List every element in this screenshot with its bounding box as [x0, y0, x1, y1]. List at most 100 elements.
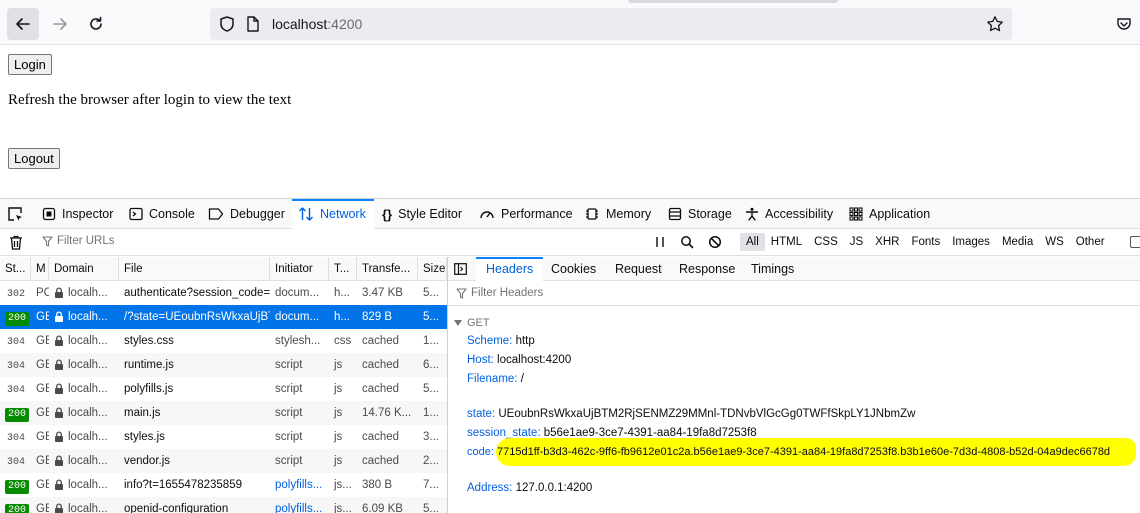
block-icon[interactable]	[708, 235, 722, 249]
tab-console[interactable]: Console	[129, 199, 195, 229]
tab-storage[interactable]: Storage	[668, 199, 732, 229]
page-icon[interactable]	[246, 16, 260, 32]
filter-urls-placeholder: Filter URLs	[57, 235, 115, 247]
pause-icon[interactable]	[654, 235, 666, 249]
tab-style-editor[interactable]: {} Style Editor	[382, 199, 462, 229]
tab-debugger[interactable]: Debugger	[208, 199, 285, 229]
lock-icon	[55, 431, 63, 442]
shield-icon[interactable]	[218, 15, 236, 33]
cell-initiator: docum...	[275, 287, 320, 299]
type-filter-other[interactable]: Other	[1070, 233, 1111, 251]
column-type[interactable]: T...	[329, 257, 357, 281]
search-icon[interactable]	[680, 235, 694, 249]
status-badge: 200	[5, 504, 30, 513]
cell-initiator: polyfills...	[275, 503, 323, 513]
disable-cache-checkbox[interactable]	[1130, 236, 1140, 248]
field-key: Host:	[467, 354, 494, 366]
url-bar[interactable]: localhost:4200	[210, 8, 1012, 40]
element-picker-icon[interactable]	[7, 206, 24, 223]
cell-file: info?t=1655478235859	[124, 479, 242, 491]
table-row[interactable]: 200 GE localh... info?t=1655478235859 polyfi…	[0, 473, 447, 497]
status-badge: 200	[5, 480, 30, 494]
type-filter-xhr[interactable]: XHR	[869, 233, 905, 251]
column-method[interactable]: M	[31, 257, 49, 281]
filter-headers-input[interactable]: Filter Headers	[456, 287, 543, 299]
column-file[interactable]: File	[119, 257, 270, 281]
tab-label: Storage	[688, 207, 732, 221]
field-state: state: UEoubnRsWkxaUjBTM2RjSENMZ29MMnl-T…	[467, 408, 915, 420]
status-badge: 200	[5, 408, 30, 422]
cell-type: h...	[334, 311, 350, 323]
column-domain[interactable]: Domain	[49, 257, 119, 281]
type-filter-js[interactable]: JS	[844, 233, 869, 251]
table-row[interactable]: 200 GE localh... openid-configuration polyfi…	[0, 497, 447, 513]
status-badge: 302	[7, 289, 26, 300]
cell-method: GE	[36, 455, 49, 467]
table-row[interactable]: 304 GE localh... styles.css stylesh... css cac…	[0, 329, 447, 353]
table-row[interactable]: 200 GE localh... /?state=UEoubnRsWkxaUjBT do…	[0, 305, 447, 329]
type-filter-css[interactable]: CSS	[808, 233, 844, 251]
url-text[interactable]: localhost:4200	[272, 16, 362, 32]
column-status[interactable]: St...	[0, 257, 31, 281]
cell-method: GE	[36, 503, 49, 513]
cell-file: polyfills.js	[124, 383, 174, 395]
tab-request[interactable]: Request	[605, 257, 672, 281]
tab-label: Console	[149, 207, 195, 221]
domain-text: localh...	[68, 479, 108, 491]
column-transferred[interactable]: Transfe...	[357, 257, 418, 281]
table-row[interactable]: 304 GE localh... runtime.js script js cached 6.…	[0, 353, 447, 377]
star-icon[interactable]	[986, 15, 1004, 33]
cell-type: h...	[334, 287, 350, 299]
toggle-sidebar-icon[interactable]	[454, 263, 467, 275]
tab-network[interactable]: Network	[292, 199, 374, 229]
braces-icon: {}	[382, 206, 393, 222]
type-filter-html[interactable]: HTML	[765, 233, 808, 251]
column-initiator[interactable]: Initiator	[270, 257, 329, 281]
url-port: :4200	[327, 16, 363, 32]
filter-urls-input[interactable]: Filter URLs	[42, 235, 115, 247]
cell-transfer: cached	[362, 431, 400, 443]
tab-headers[interactable]: Headers	[476, 257, 544, 281]
pocket-icon[interactable]	[1116, 16, 1132, 32]
cell-domain: localh...	[49, 425, 119, 449]
table-row[interactable]: 200 GE localh... main.js script js 14.76 K... 1…	[0, 401, 447, 425]
tab-memory[interactable]: Memory	[584, 199, 651, 229]
type-filter-fonts[interactable]: Fonts	[905, 233, 946, 251]
column-size[interactable]: Size	[418, 257, 447, 281]
logout-button[interactable]: Logout	[8, 148, 60, 169]
type-filter-images[interactable]: Images	[946, 233, 996, 251]
storage-icon	[668, 207, 682, 221]
cell-method: GE	[36, 359, 49, 371]
tab-inspector[interactable]: Inspector	[42, 199, 113, 229]
tab-application[interactable]: Application	[849, 199, 930, 229]
trash-icon[interactable]	[9, 235, 23, 250]
request-table: St... M Domain File Initiator T... Trans…	[0, 257, 447, 513]
type-filter-all[interactable]: All	[740, 233, 765, 251]
filter-headers-placeholder: Filter Headers	[471, 287, 544, 299]
lock-icon	[55, 335, 63, 346]
tab-accessibility[interactable]: Accessibility	[745, 199, 833, 229]
domain-text: localh...	[68, 287, 108, 299]
tab-timings[interactable]: Timings	[741, 257, 804, 281]
domain-text: localh...	[68, 407, 108, 419]
table-row[interactable]: 304 GE localh... polyfills.js script js cached…	[0, 377, 447, 401]
table-row[interactable]: 302 PC localh... authenticate?session_code=…	[0, 281, 447, 305]
back-button[interactable]	[7, 8, 39, 40]
cell-initiator: stylesh...	[275, 335, 321, 347]
type-filter-ws[interactable]: WS	[1039, 233, 1070, 251]
tab-performance[interactable]: Performance	[479, 199, 573, 229]
table-row[interactable]: 304 GE localh... styles.js script js cached 3..…	[0, 425, 447, 449]
login-button[interactable]: Login	[8, 54, 52, 75]
field-value: UEoubnRsWkxaUjBTM2RjSENMZ29MMnl-TDNvbVlG…	[498, 408, 916, 420]
tab-label: Debugger	[230, 207, 285, 221]
type-filter-media[interactable]: Media	[996, 233, 1039, 251]
cell-file: vendor.js	[124, 455, 171, 467]
table-row[interactable]: 304 GE localh... vendor.js script js cached 2..…	[0, 449, 447, 473]
tab-cookies[interactable]: Cookies	[541, 257, 606, 281]
section-toggle-get[interactable]: GET	[454, 317, 490, 329]
cell-size: 1...	[423, 407, 439, 419]
grid-icon	[849, 207, 863, 221]
forward-button[interactable]	[44, 8, 76, 40]
tab-response[interactable]: Response	[669, 257, 745, 281]
reload-button[interactable]	[80, 8, 112, 40]
